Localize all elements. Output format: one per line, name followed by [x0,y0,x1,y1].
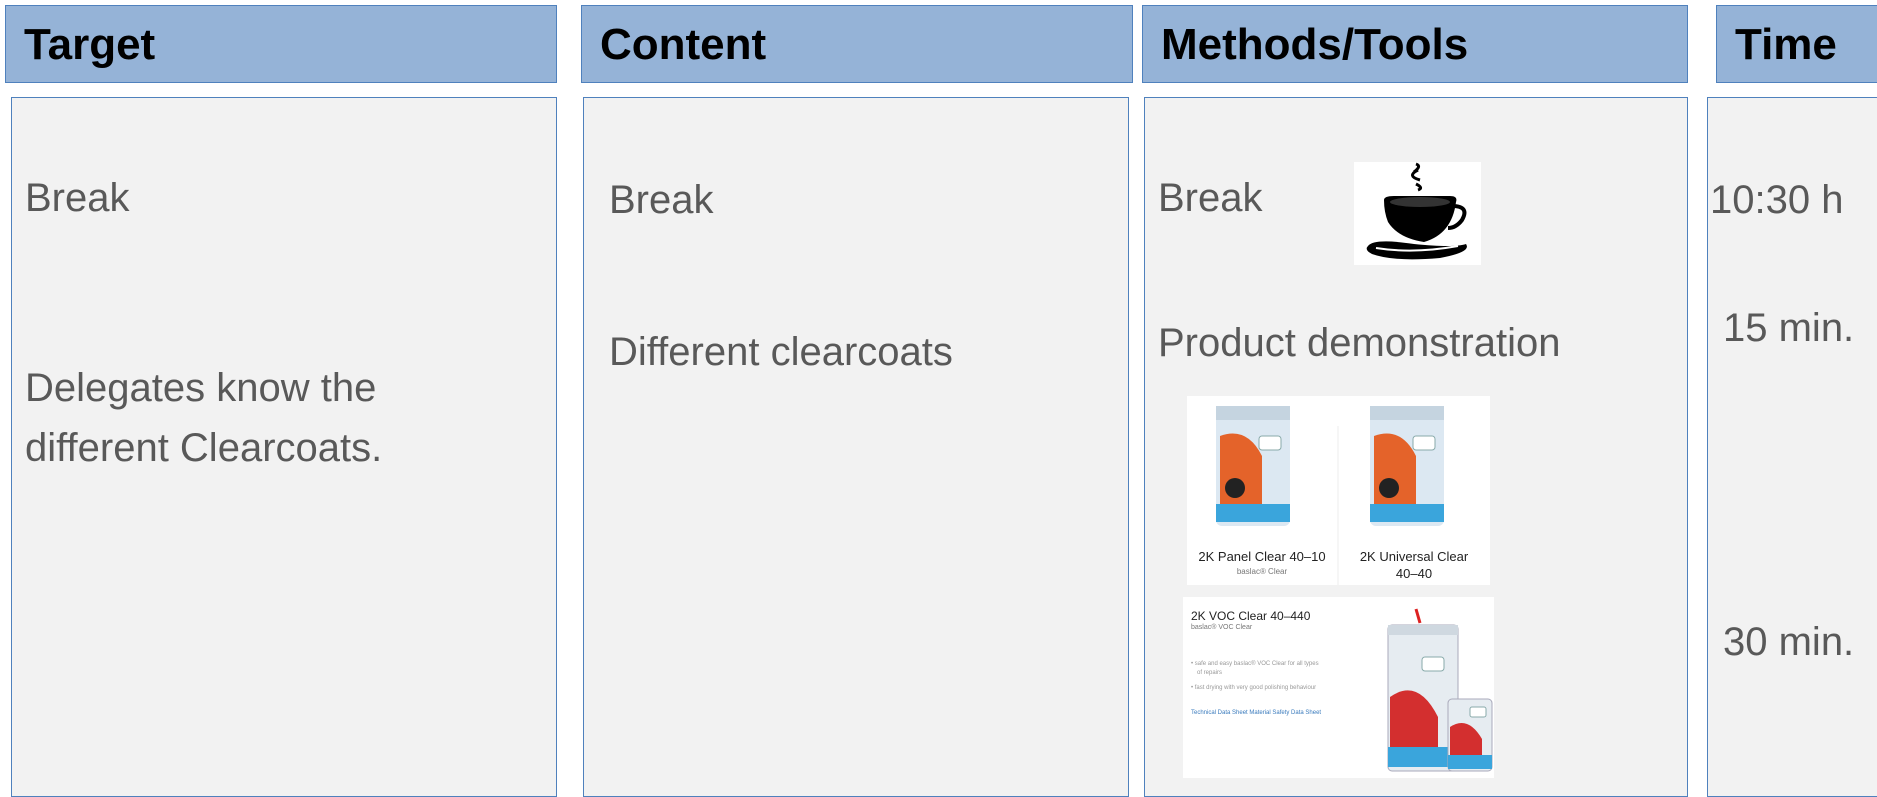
content-different-clearcoats: Different clearcoats [609,330,953,374]
product-name-universal-clear: 2K Universal Clear [1359,549,1469,564]
voc-title: 2K VOC Clear 40–440 [1191,609,1311,623]
methods-column: Break Product demonstration 2K Panel Cle… [1144,97,1688,797]
target-column: Break Delegates know the different Clear… [11,97,557,797]
content-column: Break Different clearcoats [583,97,1129,797]
product-name-universal-clear-code: 40–40 [1395,566,1433,581]
voc-links[interactable]: Technical Data Sheet Material Safety Dat… [1191,710,1321,716]
time-30-min: 30 min. [1723,620,1855,664]
target-delegates-line1: Delegates know the [25,366,377,410]
methods-break: Break [1158,176,1263,220]
target-break: Break [25,176,130,220]
voc-bullet1: • safe and easy baslac® VOC Clear for al… [1191,661,1319,667]
header-time: Time [1716,5,1877,83]
clearcoat-products-image: 2K Panel Clear 40–10 baslac® Clear 2K Un… [1187,396,1490,585]
product-name-panel-clear: 2K Panel Clear 40–10 [1198,549,1326,564]
time-15-min: 15 min. [1723,306,1855,350]
voc-bullet2: • fast drying with very good polishing b… [1191,685,1317,691]
product-sub-panel-clear: baslac® Clear [1236,567,1288,576]
target-delegates-line2: different Clearcoats. [25,426,383,470]
time-break: 10:30 h [1710,178,1844,222]
content-break: Break [609,178,714,222]
voc-subtitle: baslac® VOC Clear [1191,624,1253,631]
voc-clear-product-image: 2K VOC Clear 40–440 baslac® VOC Clear • … [1183,597,1494,778]
methods-product-demonstration: Product demonstration [1158,321,1561,365]
header-content: Content [581,5,1133,83]
header-methods-tools: Methods/Tools [1142,5,1688,83]
voc-bullet1b: of repairs [1197,670,1223,676]
header-target: Target [5,5,557,83]
time-column: 10:30 h 15 min. 30 min. [1707,97,1877,797]
coffee-cup-icon [1354,162,1481,265]
